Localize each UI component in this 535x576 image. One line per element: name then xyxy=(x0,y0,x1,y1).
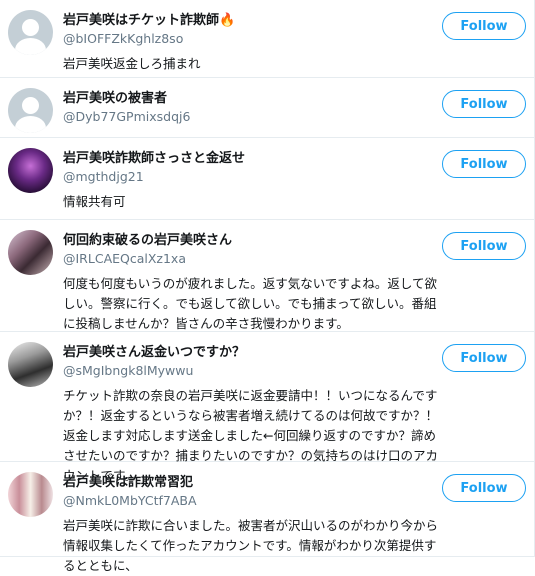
user-row[interactable]: 岩戸美咲は詐欺常習犯 @NmkL0MbYCtf7ABA 岩戸美咲に詐欺に合いまし… xyxy=(0,462,534,573)
default-avatar-body xyxy=(15,38,46,55)
user-row[interactable]: 岩戸美咲はチケット詐欺師🔥 @bIOFFZkKghlz8so 岩戸美咲返金しろ捕… xyxy=(0,0,534,78)
avatar[interactable] xyxy=(8,230,53,275)
follow-button[interactable]: Follow xyxy=(442,344,526,372)
user-handle[interactable]: @NmkL0MbYCtf7ABA xyxy=(63,492,439,510)
user-name[interactable]: 岩戸美咲の被害者 xyxy=(63,90,439,108)
user-row[interactable]: 何回約束破るの岩戸美咲さん @IRLCAEQcalXz1xa 何度も何度もいうの… xyxy=(0,220,534,332)
user-handle[interactable]: @Dyb77GPmixsdqj6 xyxy=(63,108,439,126)
user-handle[interactable]: @IRLCAEQcalXz1xa xyxy=(63,250,439,268)
user-handle[interactable]: @bIOFFZkKghlz8so xyxy=(63,30,439,48)
follow-button[interactable]: Follow xyxy=(442,90,526,118)
user-bio: 岩戸美咲返金しろ捕まれ xyxy=(63,56,201,71)
who-to-follow-list: 岩戸美咲はチケット詐欺師🔥 @bIOFFZkKghlz8so 岩戸美咲返金しろ捕… xyxy=(0,0,535,573)
user-row[interactable]: 岩戸美咲詐欺師さっさと金返せ @mgthdjg21 情報共有可 Follow xyxy=(0,138,534,220)
user-handle[interactable]: @sMgIbngk8lMywwu xyxy=(63,362,439,380)
user-handle[interactable]: @mgthdjg21 xyxy=(63,168,439,186)
user-name[interactable]: 岩戸美咲詐欺師さっさと金返せ xyxy=(63,150,439,168)
user-row[interactable]: 岩戸美咲さん返金いつですか？ @sMgIbngk8lMywwu チケット詐欺の奈… xyxy=(0,332,534,483)
follow-button[interactable]: Follow xyxy=(442,12,526,40)
avatar[interactable] xyxy=(8,472,53,517)
user-row[interactable]: 岩戸美咲の被害者 @Dyb77GPmixsdqj6 Follow xyxy=(0,78,534,138)
user-name[interactable]: 岩戸美咲は詐欺常習犯 xyxy=(63,474,439,492)
follow-button[interactable]: Follow xyxy=(442,232,526,260)
avatar[interactable] xyxy=(8,148,53,193)
user-name[interactable]: 何回約束破るの岩戸美咲さん xyxy=(63,232,439,250)
user-bio: 岩戸美咲に詐欺に合いました。被害者が沢山いるのがわかり今から情報収集したくて作っ… xyxy=(63,518,439,573)
follow-button[interactable]: Follow xyxy=(442,150,526,178)
user-name[interactable]: 岩戸美咲はチケット詐欺師🔥 xyxy=(63,12,439,30)
follow-button[interactable]: Follow xyxy=(442,474,526,502)
user-name[interactable]: 岩戸美咲さん返金いつですか？ xyxy=(63,344,439,362)
fire-icon: 🔥 xyxy=(219,13,236,28)
default-avatar-head xyxy=(22,19,39,36)
avatar[interactable] xyxy=(8,88,53,133)
default-avatar-head xyxy=(22,97,39,114)
default-avatar-body xyxy=(15,116,46,133)
avatar[interactable] xyxy=(8,10,53,55)
avatar[interactable] xyxy=(8,342,53,387)
user-bio: 何度も何度もいうのが疲れました。返す気ないですよね。返して欲しい。警察に行く。で… xyxy=(63,276,438,331)
user-bio: 情報共有可 xyxy=(63,194,126,209)
